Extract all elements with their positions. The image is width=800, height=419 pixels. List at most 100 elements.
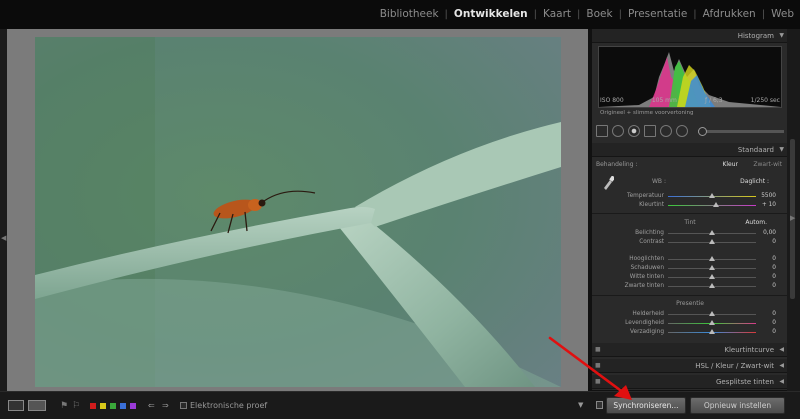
toggle-switch-icon[interactable]: ■ <box>595 378 601 385</box>
treatment-label: Behandeling : <box>596 161 638 168</box>
right-panel-edge[interactable]: ▶ <box>787 29 800 391</box>
slider-value[interactable]: 0 <box>750 320 776 326</box>
module-picker: Bibliotheek | Ontwikkelen | Kaart | Boek… <box>374 8 800 20</box>
slider-knob[interactable] <box>709 320 715 325</box>
treatment-color[interactable]: Kleur <box>722 161 738 168</box>
module-library[interactable]: Bibliotheek <box>374 8 445 20</box>
label-green-icon[interactable] <box>110 403 116 409</box>
adjustment-brush-icon[interactable] <box>676 125 688 137</box>
slider-knob[interactable] <box>709 274 715 279</box>
slider-value[interactable]: 0 <box>750 311 776 317</box>
slider-track[interactable] <box>668 256 756 261</box>
tool-amount-slider[interactable] <box>698 126 784 136</box>
slider-knob[interactable] <box>709 239 715 244</box>
tone-curve-header[interactable]: ■ Kleurtintcurve ◀ <box>592 343 788 357</box>
toolbar-menu-icon[interactable]: ▼ <box>578 401 583 409</box>
hsl-separator: / <box>711 362 714 370</box>
slider-knob[interactable] <box>709 329 715 334</box>
slider-value[interactable]: 0 <box>750 239 776 245</box>
slider-value[interactable]: 0,00 <box>750 230 776 236</box>
basic-panel-header[interactable]: Standaard ▼ <box>592 143 788 157</box>
tone-auto-button[interactable]: Autom. <box>745 219 767 226</box>
slider-value[interactable]: 5500 <box>750 193 776 199</box>
sync-button[interactable]: Synchroniseren... <box>606 397 686 414</box>
expand-left-icon[interactable]: ◀ <box>1 234 6 242</box>
hsl-tab[interactable]: HSL <box>695 362 709 370</box>
treatment-row: Behandeling : Kleur Zwart-wit <box>596 161 784 168</box>
slider-track[interactable] <box>668 239 756 244</box>
slider-value[interactable]: 0 <box>750 274 776 280</box>
collapse-right-icon[interactable]: ▶ <box>790 214 795 222</box>
label-purple-icon[interactable] <box>130 403 136 409</box>
slider-value[interactable]: + 10 <box>750 202 776 208</box>
bw-tab[interactable]: Zwart-wit <box>741 362 774 370</box>
module-develop[interactable]: Ontwikkelen <box>448 8 534 20</box>
prev-photo-icon[interactable]: ⇐ <box>148 401 155 410</box>
before-after-icon[interactable] <box>28 400 46 411</box>
flag-icon[interactable]: ⚑ <box>60 401 68 411</box>
left-panel-collapsed[interactable]: ◀ <box>0 29 7 391</box>
slider-value[interactable]: 0 <box>750 283 776 289</box>
slider-track[interactable] <box>668 265 756 270</box>
slider-value[interactable]: 0 <box>750 256 776 262</box>
module-map[interactable]: Kaart <box>537 8 577 20</box>
expand-triangle-icon[interactable]: ◀ <box>779 346 784 353</box>
split-toning-header[interactable]: ■ Gesplitste tinten ◀ <box>592 375 788 389</box>
histogram-exif: ISO 800 105 mm ƒ / 6,3 1/250 sec <box>600 97 780 104</box>
eyedropper-icon[interactable] <box>602 176 614 190</box>
module-web[interactable]: Web <box>765 8 800 20</box>
slider-track[interactable] <box>668 230 756 235</box>
expand-triangle-icon[interactable]: ◀ <box>779 362 784 369</box>
spot-removal-icon[interactable] <box>612 125 624 137</box>
slider-knob[interactable] <box>709 283 715 288</box>
slider-knob[interactable] <box>709 230 715 235</box>
module-print[interactable]: Afdrukken <box>697 8 762 20</box>
collapse-triangle-icon[interactable]: ▼ <box>779 146 784 153</box>
image-canvas[interactable] <box>7 29 588 391</box>
slider-knob[interactable] <box>713 202 720 207</box>
reject-flag-icon[interactable]: ⚐ <box>72 401 80 411</box>
module-book[interactable]: Boek <box>580 8 618 20</box>
slider-value[interactable]: 0 <box>750 329 776 335</box>
slider-track[interactable] <box>668 320 756 325</box>
module-slideshow[interactable]: Presentatie <box>622 8 693 20</box>
histogram-header[interactable]: Histogram ▼ <box>592 29 788 43</box>
slider-track[interactable] <box>668 329 756 334</box>
reset-button[interactable]: Opnieuw instellen <box>690 397 785 414</box>
collapse-triangle-icon[interactable]: ▼ <box>779 32 784 39</box>
next-photo-icon[interactable]: ⇒ <box>162 401 169 410</box>
toggle-switch-icon[interactable]: ■ <box>595 362 601 369</box>
wb-preset[interactable]: Daglicht : <box>740 178 769 185</box>
slider-knob[interactable] <box>709 193 715 198</box>
red-eye-icon[interactable] <box>628 125 640 137</box>
slider-track[interactable] <box>668 283 756 288</box>
label-blue-icon[interactable] <box>120 403 126 409</box>
slider-track[interactable] <box>668 202 756 207</box>
radial-filter-icon[interactable] <box>660 125 672 137</box>
loupe-view-icon[interactable] <box>8 400 24 411</box>
slider-knob[interactable] <box>709 265 715 270</box>
slider-track[interactable] <box>668 274 756 279</box>
module-bar: Bibliotheek | Ontwikkelen | Kaart | Boek… <box>0 0 800 29</box>
label-yellow-icon[interactable] <box>100 403 106 409</box>
toggle-switch-icon[interactable]: ■ <box>595 346 601 353</box>
sync-toggle-icon[interactable] <box>596 401 603 409</box>
slider-label: Belichting <box>635 230 664 236</box>
treatment-bw[interactable]: Zwart-wit <box>753 161 782 168</box>
slider-track[interactable] <box>668 193 756 198</box>
slider-track[interactable] <box>668 311 756 316</box>
slider-value[interactable]: 0 <box>750 265 776 271</box>
crop-tool-icon[interactable] <box>596 125 608 137</box>
graduated-filter-icon[interactable] <box>644 125 656 137</box>
label-red-icon[interactable] <box>90 403 96 409</box>
soft-proof-checkbox[interactable] <box>180 402 187 409</box>
hsl-header[interactable]: ■ HSL / Kleur / Zwart-wit ◀ <box>592 359 788 373</box>
preview-status: Origineel + slimme voorvertoning <box>600 110 694 116</box>
slider-label: Witte tinten <box>629 274 664 280</box>
wb-label: WB : <box>652 178 666 185</box>
color-tab[interactable]: Kleur <box>716 362 734 370</box>
presence-label: Presentie <box>676 300 704 307</box>
expand-triangle-icon[interactable]: ◀ <box>779 378 784 385</box>
slider-knob[interactable] <box>709 311 715 316</box>
slider-knob[interactable] <box>709 256 715 261</box>
